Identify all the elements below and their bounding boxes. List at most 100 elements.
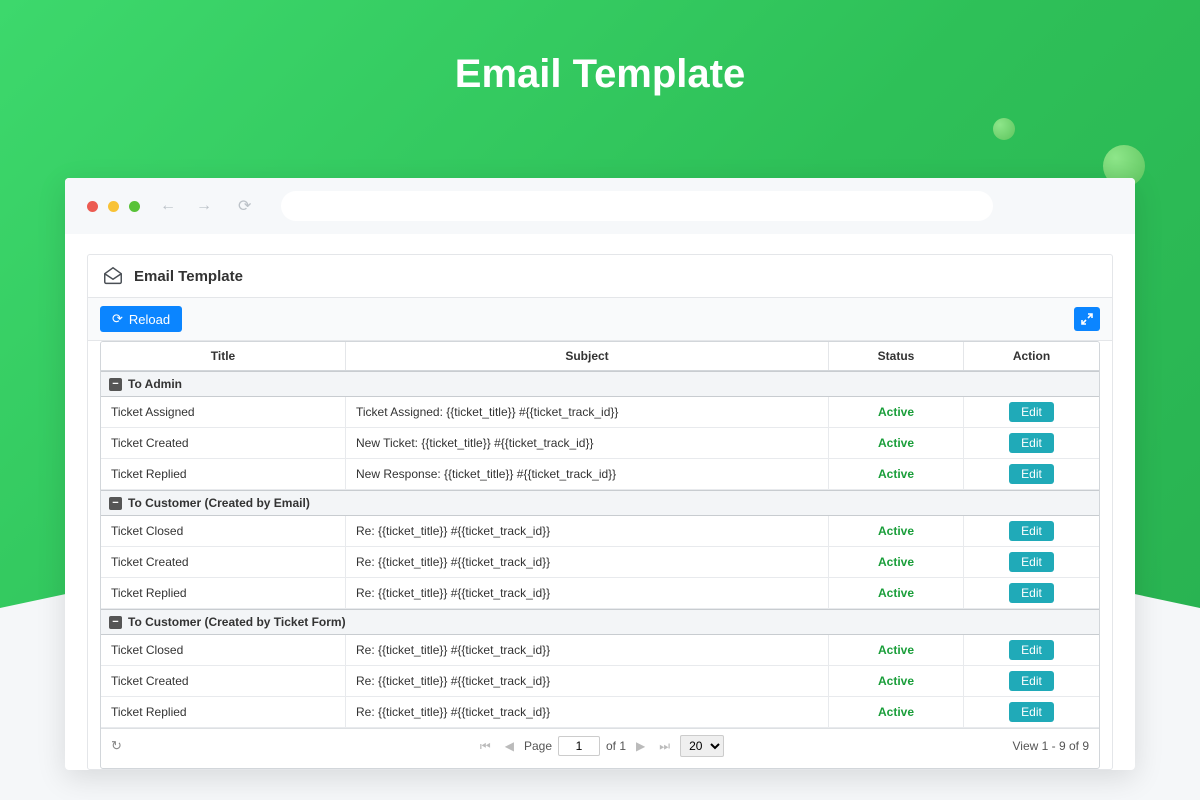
- edit-button[interactable]: Edit: [1009, 402, 1054, 422]
- cell-status: Active: [829, 635, 964, 665]
- table-row: Ticket RepliedRe: {{ticket_title}} #{{ti…: [101, 578, 1099, 609]
- maximize-window-icon[interactable]: [129, 201, 140, 212]
- cell-status: Active: [829, 516, 964, 546]
- expand-icon: [1081, 313, 1093, 325]
- edit-button[interactable]: Edit: [1009, 521, 1054, 541]
- table-row: Ticket RepliedNew Response: {{ticket_tit…: [101, 459, 1099, 490]
- edit-button[interactable]: Edit: [1009, 702, 1054, 722]
- cell-action: Edit: [964, 578, 1099, 608]
- group-row[interactable]: −To Customer (Created by Email): [101, 490, 1099, 516]
- cell-title: Ticket Closed: [101, 516, 346, 546]
- col-header-action[interactable]: Action: [964, 342, 1099, 370]
- cell-action: Edit: [964, 697, 1099, 727]
- nav-forward-icon[interactable]: →: [196, 197, 212, 215]
- pager-refresh-icon[interactable]: ↻: [111, 738, 122, 754]
- collapse-icon[interactable]: −: [109, 497, 122, 510]
- toolbar: ⟳ Reload: [88, 298, 1112, 341]
- group-name: To Customer (Created by Ticket Form): [128, 615, 346, 629]
- reload-button[interactable]: ⟳ Reload: [100, 306, 182, 332]
- pager-next-icon[interactable]: ▶: [632, 739, 649, 753]
- collapse-icon[interactable]: −: [109, 616, 122, 629]
- col-header-subject[interactable]: Subject: [346, 342, 829, 370]
- cell-status: Active: [829, 697, 964, 727]
- col-header-title[interactable]: Title: [101, 342, 346, 370]
- edit-button[interactable]: Edit: [1009, 433, 1054, 453]
- cell-title: Ticket Created: [101, 547, 346, 577]
- table-row: Ticket CreatedRe: {{ticket_title}} #{{ti…: [101, 666, 1099, 697]
- pager-prev-icon[interactable]: ◀: [501, 739, 518, 753]
- table-row: Ticket ClosedRe: {{ticket_title}} #{{tic…: [101, 635, 1099, 666]
- cell-action: Edit: [964, 459, 1099, 489]
- browser-toolbar: ← → ⟳: [65, 178, 1135, 234]
- content-area: Email Template ⟳ Reload Title Subject St: [65, 234, 1135, 770]
- grid-header-row: Title Subject Status Action: [101, 342, 1099, 371]
- pager-last-icon[interactable]: ⏭: [655, 739, 674, 754]
- cell-status: Active: [829, 666, 964, 696]
- nav-reload-icon[interactable]: ⟳: [238, 196, 251, 216]
- cell-title: Ticket Replied: [101, 459, 346, 489]
- nav-back-icon[interactable]: ←: [160, 197, 176, 215]
- table-row: Ticket CreatedNew Ticket: {{ticket_title…: [101, 428, 1099, 459]
- cell-subject: New Response: {{ticket_title}} #{{ticket…: [346, 459, 829, 489]
- cell-status: Active: [829, 428, 964, 458]
- table-row: Ticket CreatedRe: {{ticket_title}} #{{ti…: [101, 547, 1099, 578]
- mail-icon: [102, 265, 124, 287]
- panel-header: Email Template: [88, 255, 1112, 298]
- collapse-icon[interactable]: −: [109, 378, 122, 391]
- edit-button[interactable]: Edit: [1009, 640, 1054, 660]
- panel-title: Email Template: [134, 268, 243, 285]
- cell-title: Ticket Closed: [101, 635, 346, 665]
- expand-button[interactable]: [1074, 307, 1100, 331]
- table-row: Ticket AssignedTicket Assigned: {{ticket…: [101, 397, 1099, 428]
- cell-title: Ticket Assigned: [101, 397, 346, 427]
- table-row: Ticket ClosedRe: {{ticket_title}} #{{tic…: [101, 516, 1099, 547]
- table-row: Ticket RepliedRe: {{ticket_title}} #{{ti…: [101, 697, 1099, 728]
- edit-button[interactable]: Edit: [1009, 552, 1054, 572]
- cell-action: Edit: [964, 397, 1099, 427]
- edit-button[interactable]: Edit: [1009, 671, 1054, 691]
- data-grid: Title Subject Status Action −To AdminTic…: [100, 341, 1100, 769]
- cell-status: Active: [829, 547, 964, 577]
- cell-title: Ticket Created: [101, 428, 346, 458]
- cell-action: Edit: [964, 635, 1099, 665]
- reload-label: Reload: [129, 312, 170, 327]
- cell-title: Ticket Replied: [101, 697, 346, 727]
- browser-window: ← → ⟳ Email Template ⟳ Reload: [65, 178, 1135, 770]
- close-window-icon[interactable]: [87, 201, 98, 212]
- cell-status: Active: [829, 578, 964, 608]
- cell-subject: Re: {{ticket_title}} #{{ticket_track_id}…: [346, 516, 829, 546]
- cell-subject: Ticket Assigned: {{ticket_title}} #{{tic…: [346, 397, 829, 427]
- group-row[interactable]: −To Customer (Created by Ticket Form): [101, 609, 1099, 635]
- group-row[interactable]: −To Admin: [101, 371, 1099, 397]
- edit-button[interactable]: Edit: [1009, 464, 1054, 484]
- email-template-panel: Email Template ⟳ Reload Title Subject St: [87, 254, 1113, 770]
- pager-page-label: Page: [524, 739, 552, 753]
- cell-status: Active: [829, 397, 964, 427]
- cell-subject: Re: {{ticket_title}} #{{ticket_track_id}…: [346, 697, 829, 727]
- cell-status: Active: [829, 459, 964, 489]
- cell-subject: New Ticket: {{ticket_title}} #{{ticket_t…: [346, 428, 829, 458]
- col-header-status[interactable]: Status: [829, 342, 964, 370]
- decorative-circle: [993, 118, 1015, 140]
- pager-page-input[interactable]: [558, 736, 600, 756]
- pager-view-text: View 1 - 9 of 9: [1013, 739, 1090, 753]
- pager: ↻ ⏮ ◀ Page of 1 ▶ ⏭ 20 View 1 - 9 of 9: [101, 728, 1099, 763]
- minimize-window-icon[interactable]: [108, 201, 119, 212]
- cell-subject: Re: {{ticket_title}} #{{ticket_track_id}…: [346, 547, 829, 577]
- group-name: To Admin: [128, 377, 182, 391]
- group-name: To Customer (Created by Email): [128, 496, 310, 510]
- pager-pagesize-select[interactable]: 20: [680, 735, 724, 757]
- cell-subject: Re: {{ticket_title}} #{{ticket_track_id}…: [346, 635, 829, 665]
- cell-action: Edit: [964, 428, 1099, 458]
- reload-icon: ⟳: [112, 311, 123, 327]
- cell-title: Ticket Replied: [101, 578, 346, 608]
- cell-action: Edit: [964, 516, 1099, 546]
- cell-title: Ticket Created: [101, 666, 346, 696]
- cell-subject: Re: {{ticket_title}} #{{ticket_track_id}…: [346, 666, 829, 696]
- pager-first-icon[interactable]: ⏮: [476, 739, 495, 754]
- url-input[interactable]: [281, 191, 993, 221]
- grid-body: −To AdminTicket AssignedTicket Assigned:…: [101, 371, 1099, 728]
- edit-button[interactable]: Edit: [1009, 583, 1054, 603]
- cell-action: Edit: [964, 547, 1099, 577]
- page-title: Email Template: [0, 52, 1200, 97]
